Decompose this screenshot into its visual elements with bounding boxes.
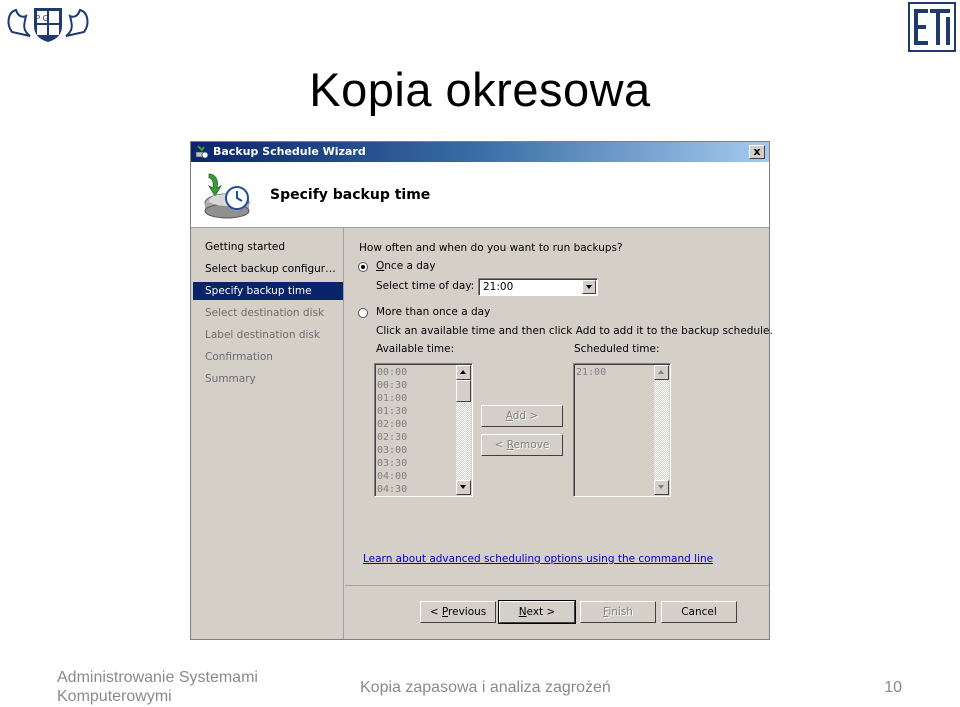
scheduled-time-listbox[interactable]: 21:00	[573, 363, 671, 497]
time-of-day-dropdown[interactable]: 21:00	[478, 278, 598, 296]
remove-button: < Remove	[481, 434, 563, 456]
nav-step-label-destination-disk: Label destination disk	[205, 329, 320, 341]
list-item[interactable]: 02:30	[377, 431, 407, 444]
eti-faculty-logo	[908, 2, 956, 52]
nav-step-select-destination-disk: Select destination disk	[205, 307, 325, 319]
nav-step-summary: Summary	[205, 373, 256, 385]
advanced-scheduling-link[interactable]: Learn about advanced scheduling options …	[363, 553, 713, 565]
list-item[interactable]: 02:00	[377, 418, 407, 431]
once-a-day-label[interactable]: Once a day	[376, 260, 436, 272]
backup-schedule-wizard-window: Backup Schedule Wizard x Specify backup …	[190, 141, 773, 640]
time-of-day-value: 21:00	[483, 281, 514, 293]
previous-button[interactable]: < Previous	[420, 601, 496, 623]
cancel-button[interactable]: Cancel	[661, 601, 737, 623]
window-titlebar[interactable]: Backup Schedule Wizard x	[191, 142, 769, 162]
nav-step-specify-backup-time[interactable]: Specify backup time	[193, 282, 343, 300]
scroll-up-arrow-icon[interactable]	[456, 365, 471, 380]
select-time-of-day-label: Select time of day:	[376, 280, 475, 292]
available-time-label: Available time:	[376, 343, 455, 355]
scroll-up-arrow-icon[interactable]	[654, 365, 669, 380]
finish-button: Finish	[580, 601, 656, 623]
close-button[interactable]: x	[749, 145, 765, 159]
list-item[interactable]: 01:30	[377, 405, 407, 418]
list-item[interactable]: 00:30	[377, 379, 407, 392]
scheduled-time-items[interactable]: 21:00	[576, 366, 606, 379]
footer-lecture-title: Kopia zapasowa i analiza zagrożeń	[360, 679, 611, 696]
wizard-steps-nav: Getting started Select backup configur… …	[191, 228, 344, 639]
available-time-listbox[interactable]: 00:00 00:30 01:00 01:30 02:00 02:30 03:0…	[374, 363, 473, 497]
list-item[interactable]: 04:00	[377, 470, 407, 483]
available-time-scrollbar[interactable]	[456, 365, 471, 495]
university-crest-logo: P G	[7, 8, 89, 42]
backup-frequency-question: How often and when do you want to run ba…	[359, 242, 623, 254]
list-item[interactable]: 03:30	[377, 457, 407, 470]
logo-letter-p: P G	[35, 14, 49, 23]
wizard-header: Specify backup time	[191, 162, 769, 228]
add-button: Add >	[481, 405, 563, 427]
scroll-down-arrow-icon[interactable]	[654, 480, 669, 495]
slide-title: Kopia okresowa	[309, 63, 651, 116]
window-title: Backup Schedule Wizard	[213, 145, 366, 158]
more-than-once-a-day-radio[interactable]	[358, 308, 368, 318]
more-than-once-a-day-label[interactable]: More than once a day	[376, 306, 490, 318]
available-time-items[interactable]: 00:00 00:30 01:00 01:30 02:00 02:30 03:0…	[377, 366, 407, 496]
backup-wizard-icon	[195, 145, 209, 159]
nav-step-confirmation: Confirmation	[205, 351, 273, 363]
list-item[interactable]: 01:00	[377, 392, 407, 405]
list-item[interactable]: 03:00	[377, 444, 407, 457]
footer-course-name: Administrowanie Systemami Komputerowymi	[57, 669, 258, 705]
wizard-step-title: Specify backup time	[270, 187, 431, 203]
list-item[interactable]: 04:30	[377, 483, 407, 496]
scrollbar-thumb[interactable]	[456, 380, 471, 402]
list-item[interactable]: 00:00	[377, 366, 407, 379]
scheduled-time-scrollbar[interactable]	[654, 365, 669, 495]
once-a-day-radio[interactable]	[358, 262, 368, 272]
nav-step-getting-started[interactable]: Getting started	[193, 238, 343, 256]
scheduled-time-label: Scheduled time:	[574, 343, 660, 355]
list-item[interactable]: 21:00	[576, 366, 606, 379]
nav-step-select-backup-configuration[interactable]: Select backup configur…	[193, 260, 343, 278]
next-button[interactable]: Next >	[498, 600, 576, 624]
backup-schedule-icon	[204, 173, 250, 219]
schedule-instruction: Click an available time and then click A…	[376, 325, 773, 337]
footer-page-number: 10	[884, 679, 902, 696]
dropdown-arrow-icon[interactable]	[582, 280, 596, 294]
scroll-down-arrow-icon[interactable]	[456, 480, 471, 495]
